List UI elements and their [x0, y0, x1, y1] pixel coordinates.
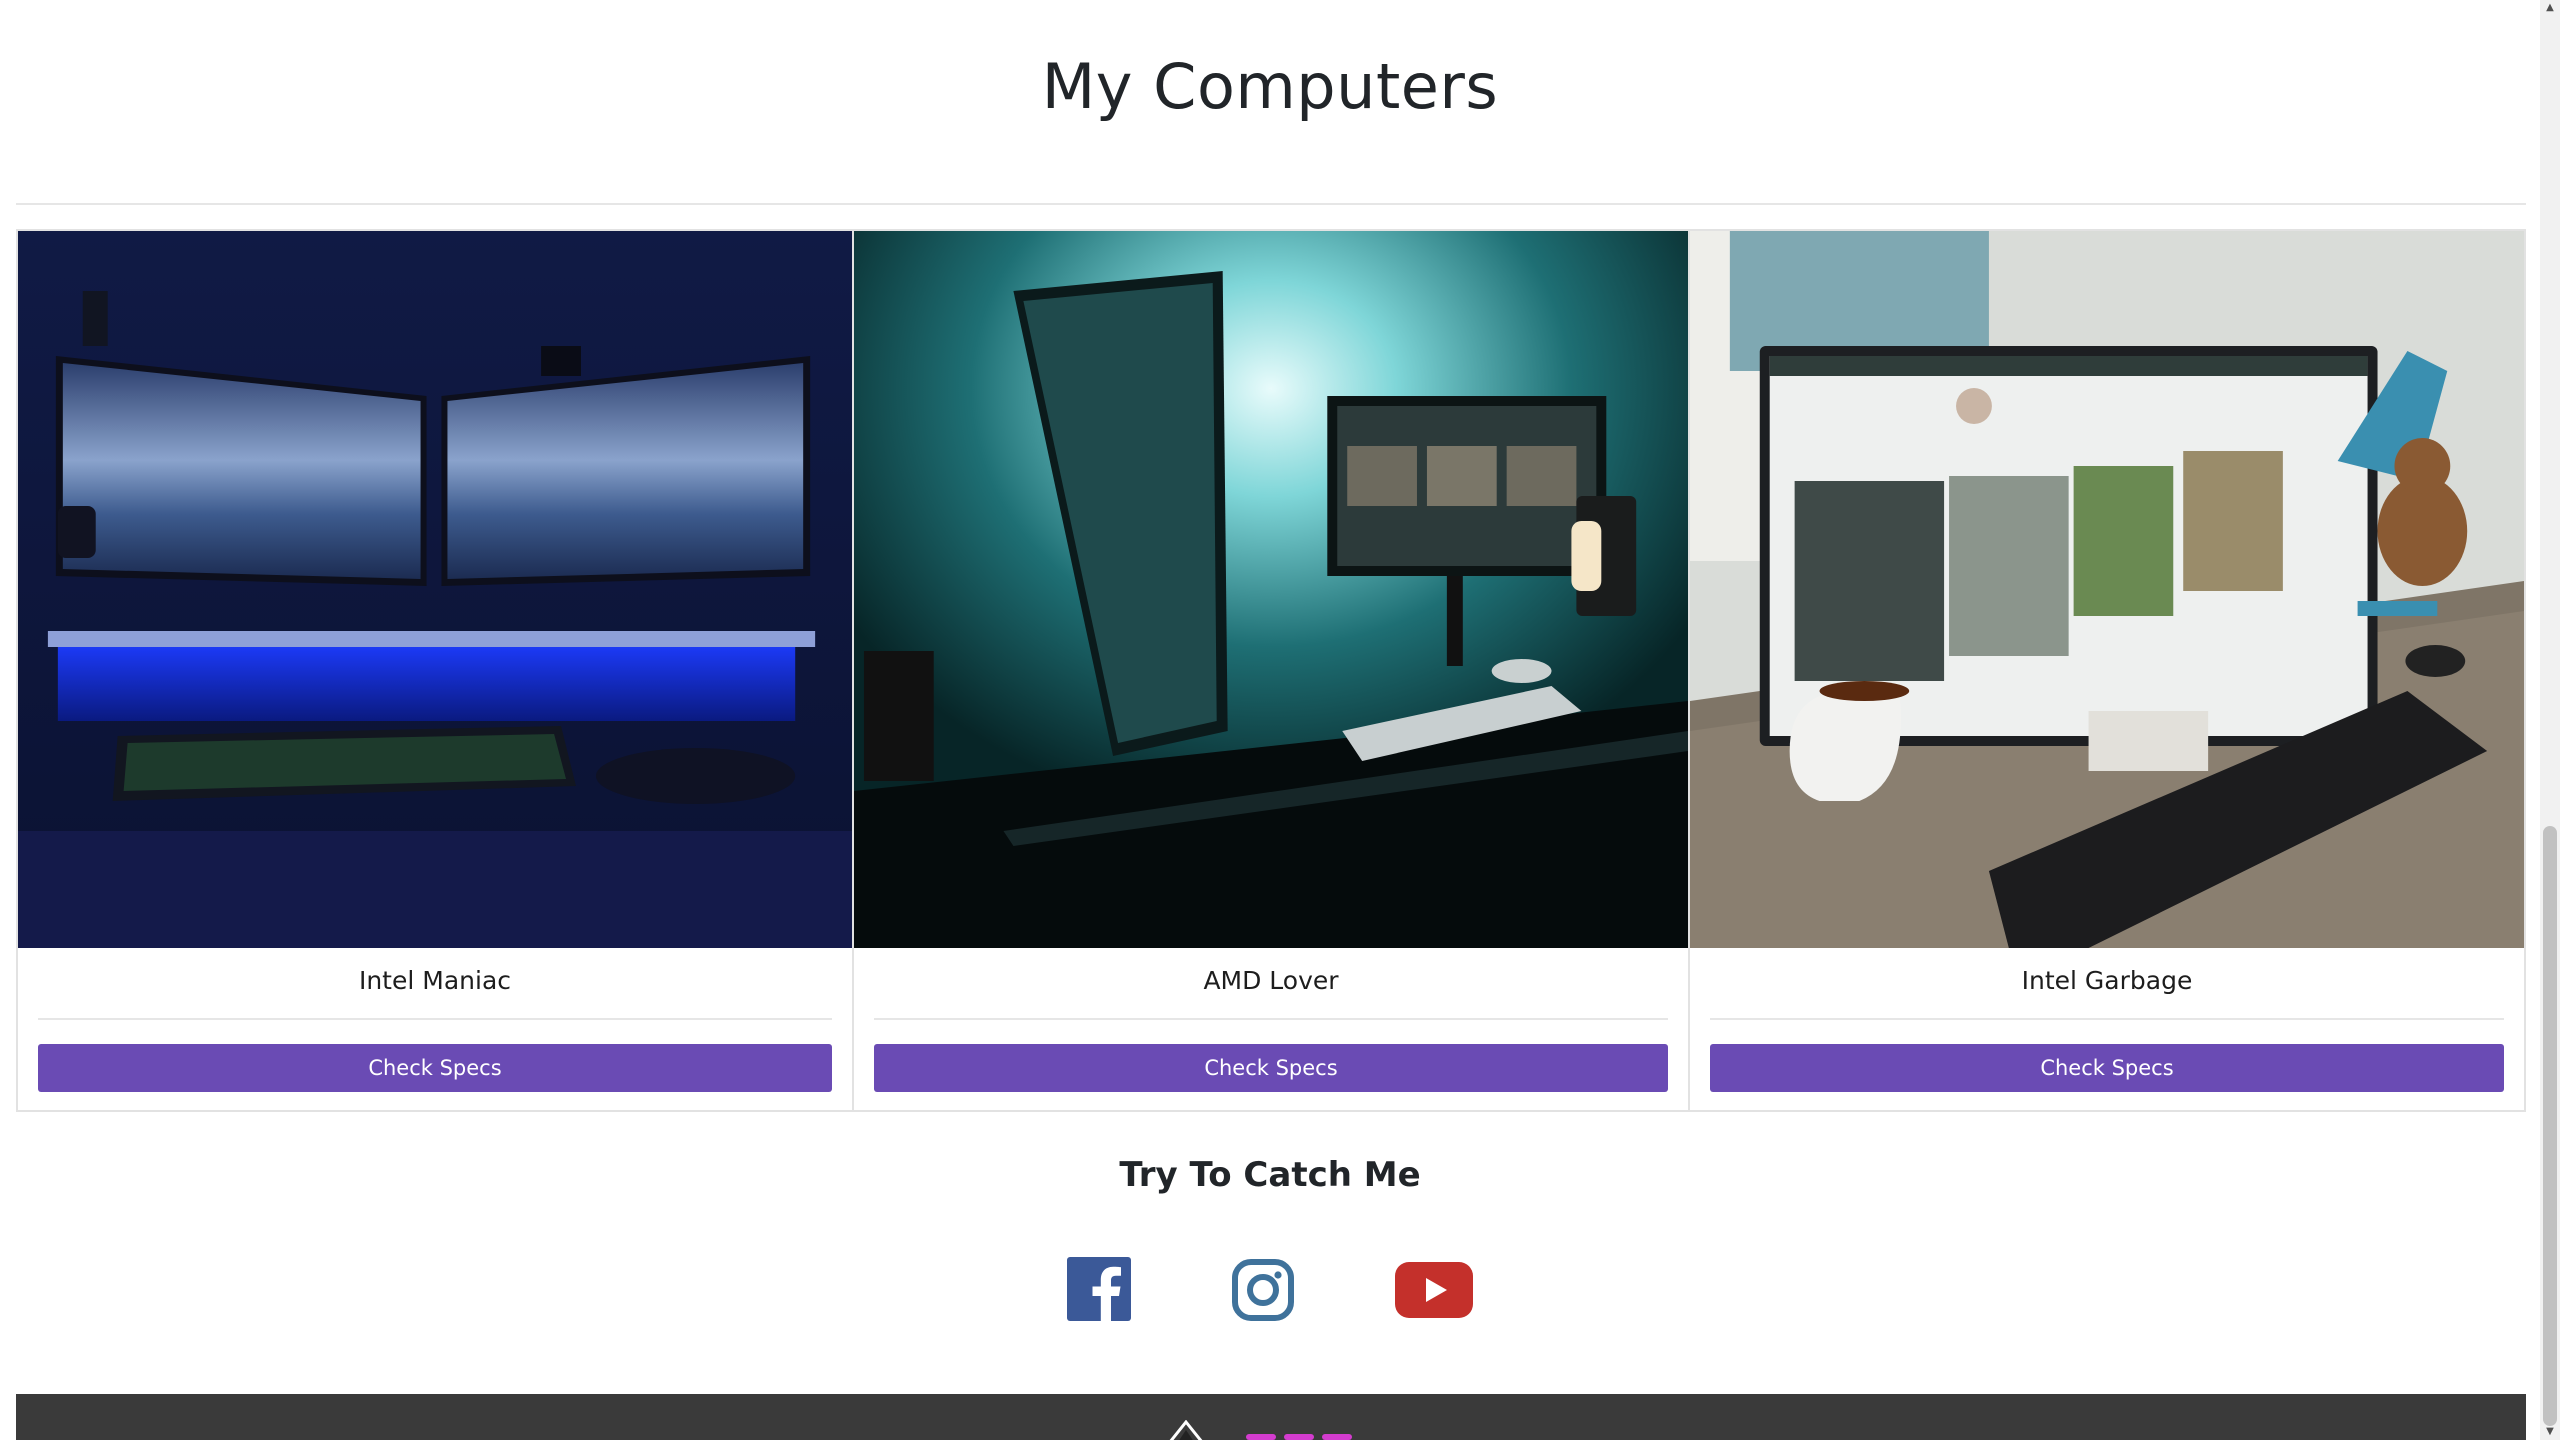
computer-photo [854, 231, 1688, 948]
card-title: AMD Lover [1203, 966, 1339, 995]
footer [16, 1394, 2526, 1440]
check-specs-button[interactable]: Check Specs [1710, 1044, 2504, 1092]
page: My Computers Intel Maniac Check Specs AM… [0, 0, 2560, 1440]
footer-brand-icon [1246, 1434, 1352, 1440]
social-links [0, 1257, 2540, 1323]
card-title: Intel Maniac [358, 966, 512, 995]
youtube-link[interactable] [1395, 1262, 1473, 1318]
computer-card: AMD Lover Check Specs [854, 231, 1690, 1110]
main-content: My Computers Intel Maniac Check Specs AM… [0, 0, 2540, 1440]
facebook-icon [1067, 1257, 1131, 1321]
instagram-link[interactable] [1230, 1257, 1296, 1323]
computer-card: Intel Maniac Check Specs [18, 231, 854, 1110]
card-title: Intel Garbage [2021, 966, 2193, 995]
card-divider [874, 1018, 1668, 1020]
computer-card: Intel Garbage Check Specs [1690, 231, 2524, 1110]
scroll-up-icon[interactable]: ▲ [2540, 0, 2560, 16]
scroll-down-icon[interactable]: ▼ [2540, 1424, 2560, 1440]
facebook-link[interactable] [1067, 1257, 1131, 1321]
section-title: My Computers [1041, 50, 1499, 123]
youtube-icon [1395, 1262, 1473, 1318]
computer-card-group: Intel Maniac Check Specs AMD Lover Check… [16, 229, 2526, 1112]
computer-photo [18, 231, 852, 948]
section-divider [16, 203, 2526, 205]
footer-logo-icon [1169, 1420, 1203, 1440]
check-specs-button[interactable]: Check Specs [38, 1044, 832, 1092]
card-divider [38, 1018, 832, 1020]
social-title: Try To Catch Me [1119, 1155, 1421, 1195]
vertical-scrollbar[interactable]: ▲ ▼ [2540, 0, 2560, 1440]
instagram-icon [1232, 1259, 1294, 1321]
check-specs-button[interactable]: Check Specs [874, 1044, 1668, 1092]
card-divider [1710, 1018, 2504, 1020]
scrollbar-thumb[interactable] [2543, 826, 2557, 1426]
computer-photo [1690, 231, 2524, 948]
